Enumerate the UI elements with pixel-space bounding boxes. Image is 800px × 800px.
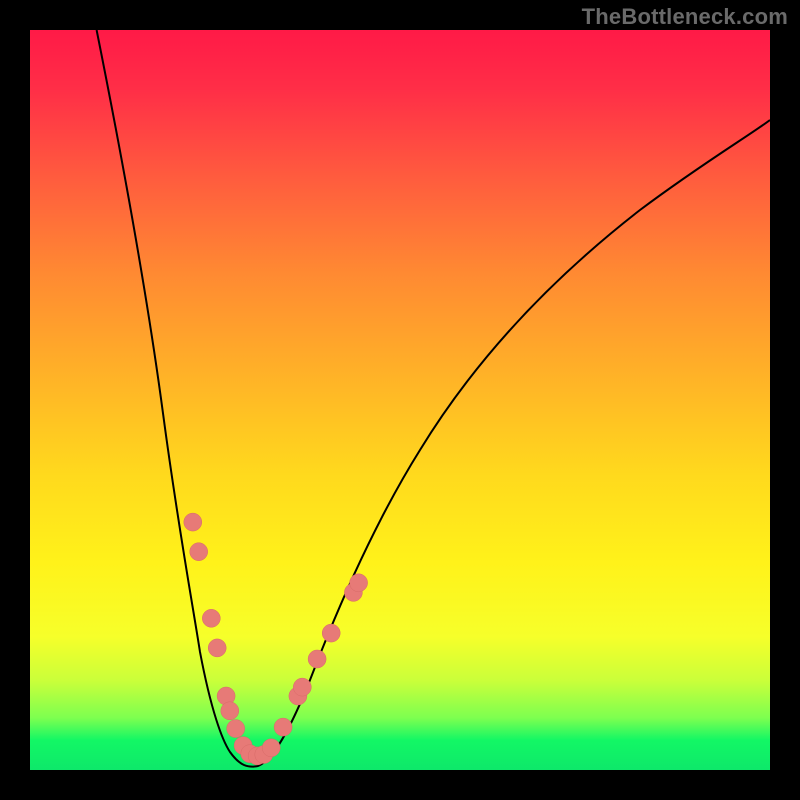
data-point bbox=[274, 718, 292, 736]
data-point bbox=[308, 650, 326, 668]
data-point bbox=[202, 609, 220, 627]
chart-frame bbox=[30, 30, 770, 770]
data-point bbox=[208, 639, 226, 657]
scatter-points bbox=[184, 513, 368, 765]
data-point bbox=[227, 720, 245, 738]
data-point bbox=[221, 702, 239, 720]
watermark-text: TheBottleneck.com bbox=[582, 4, 788, 30]
bottleneck-curve bbox=[97, 30, 770, 767]
data-point bbox=[350, 574, 368, 592]
data-point bbox=[190, 543, 208, 561]
data-point bbox=[293, 678, 311, 696]
chart-overlay bbox=[30, 30, 770, 770]
data-point bbox=[262, 739, 280, 757]
data-point bbox=[184, 513, 202, 531]
data-point bbox=[322, 624, 340, 642]
